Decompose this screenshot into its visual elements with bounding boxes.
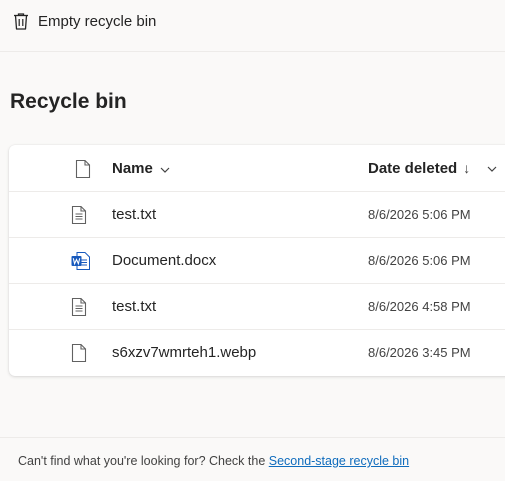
column-date-label: Date deleted <box>368 160 458 177</box>
column-header-name[interactable]: Name <box>112 145 170 192</box>
column-name-label: Name <box>112 160 153 177</box>
word-document-icon <box>71 251 91 271</box>
chevron-down-icon <box>153 145 170 192</box>
second-stage-recycle-bin-link[interactable]: Second-stage recycle bin <box>269 454 409 468</box>
date-deleted: 8/6/2026 5:06 PM <box>368 253 471 268</box>
page-title: Recycle bin <box>10 90 127 113</box>
footer-text: Can't find what you're looking for? Chec… <box>18 454 269 468</box>
footer-message: Can't find what you're looking for? Chec… <box>18 454 409 468</box>
table-row[interactable]: test.txt 8/6/2026 4:58 PM <box>9 284 505 330</box>
table-row[interactable]: test.txt 8/6/2026 5:06 PM <box>9 192 505 238</box>
table-row[interactable]: Document.docx 8/6/2026 5:06 PM <box>9 238 505 284</box>
file-icon <box>71 343 91 363</box>
file-name: s6xzv7wmrteh1.webp <box>112 344 257 361</box>
recycle-bin-list: Name Date deleted ↓ test.txt 8/6/2026 5:… <box>9 145 505 376</box>
empty-recycle-bin-label: Empty recycle bin <box>38 12 157 30</box>
file-name: test.txt <box>112 206 157 223</box>
file-type-header-icon[interactable] <box>75 159 95 179</box>
footer: Can't find what you're looking for? Chec… <box>0 437 505 481</box>
date-deleted: 8/6/2026 4:58 PM <box>368 299 471 314</box>
sort-descending-icon: ↓ <box>463 160 471 176</box>
file-name: Document.docx <box>112 252 217 269</box>
column-header-date-deleted[interactable]: Date deleted ↓ <box>368 145 497 192</box>
table-header: Name Date deleted ↓ <box>9 145 505 192</box>
table-row[interactable]: s6xzv7wmrteh1.webp 8/6/2026 3:45 PM <box>9 330 505 376</box>
text-file-icon <box>71 297 91 317</box>
trash-icon <box>12 12 30 31</box>
date-deleted: 8/6/2026 3:45 PM <box>368 345 471 360</box>
empty-recycle-bin-button[interactable]: Empty recycle bin <box>6 8 162 34</box>
date-deleted: 8/6/2026 5:06 PM <box>368 207 471 222</box>
file-name: test.txt <box>112 298 157 315</box>
command-bar: Empty recycle bin <box>0 0 505 52</box>
chevron-down-icon <box>480 166 497 172</box>
text-file-icon <box>71 205 91 225</box>
